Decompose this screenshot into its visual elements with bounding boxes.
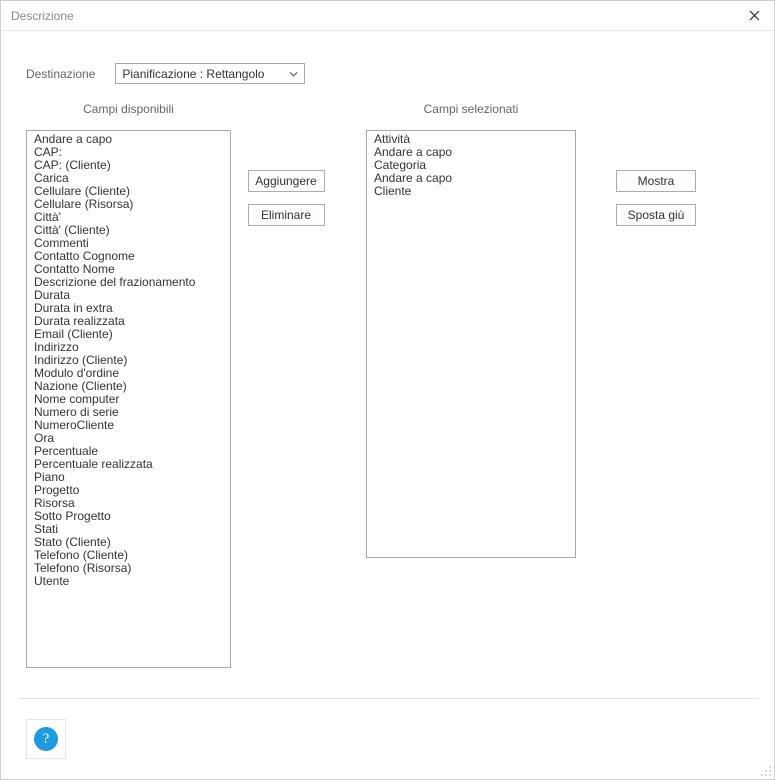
- add-button[interactable]: Aggiungere: [248, 170, 325, 192]
- selected-header: Campi selezionati: [366, 102, 576, 118]
- list-item[interactable]: Cliente: [369, 185, 573, 198]
- available-header: Campi disponibili: [26, 102, 231, 118]
- available-column: Campi disponibili Andare a capoCAP:CAP: …: [26, 102, 231, 668]
- right-buttons: Mostra Sposta giù: [576, 170, 736, 226]
- close-icon: [749, 10, 760, 21]
- destination-combobox[interactable]: Pianificazione : Rettangolo: [115, 63, 305, 84]
- close-button[interactable]: [742, 4, 766, 28]
- destination-label: Destinazione: [26, 67, 95, 81]
- help-button[interactable]: ?: [26, 719, 66, 759]
- show-button[interactable]: Mostra: [616, 170, 696, 192]
- movedown-button[interactable]: Sposta giù: [616, 204, 696, 226]
- destination-selected-value: Pianificazione : Rettangolo: [122, 67, 264, 81]
- remove-button[interactable]: Eliminare: [248, 204, 325, 226]
- window-title: Descrizione: [11, 9, 74, 23]
- list-item[interactable]: Utente: [29, 575, 228, 588]
- available-listbox[interactable]: Andare a capoCAP:CAP: (Cliente)CaricaCel…: [26, 130, 231, 668]
- list-item[interactable]: Sotto Progetto: [29, 510, 228, 523]
- help-icon: ?: [34, 727, 58, 751]
- middle-buttons: Aggiungere Eliminare: [231, 170, 341, 226]
- content-area: Destinazione Pianificazione : Rettangolo…: [1, 31, 774, 668]
- selected-listbox[interactable]: AttivitàAndare a capoCategoriaAndare a c…: [366, 130, 576, 558]
- list-item[interactable]: NumeroCliente: [29, 419, 228, 432]
- destination-row: Destinazione Pianificazione : Rettangolo: [26, 63, 759, 84]
- columns: Campi disponibili Andare a capoCAP:CAP: …: [26, 102, 759, 668]
- resize-grip[interactable]: [760, 765, 772, 777]
- selected-column: Campi selezionati AttivitàAndare a capoC…: [366, 102, 576, 558]
- chevron-down-icon: [285, 66, 301, 82]
- titlebar: Descrizione: [1, 1, 774, 31]
- divider: [19, 698, 759, 699]
